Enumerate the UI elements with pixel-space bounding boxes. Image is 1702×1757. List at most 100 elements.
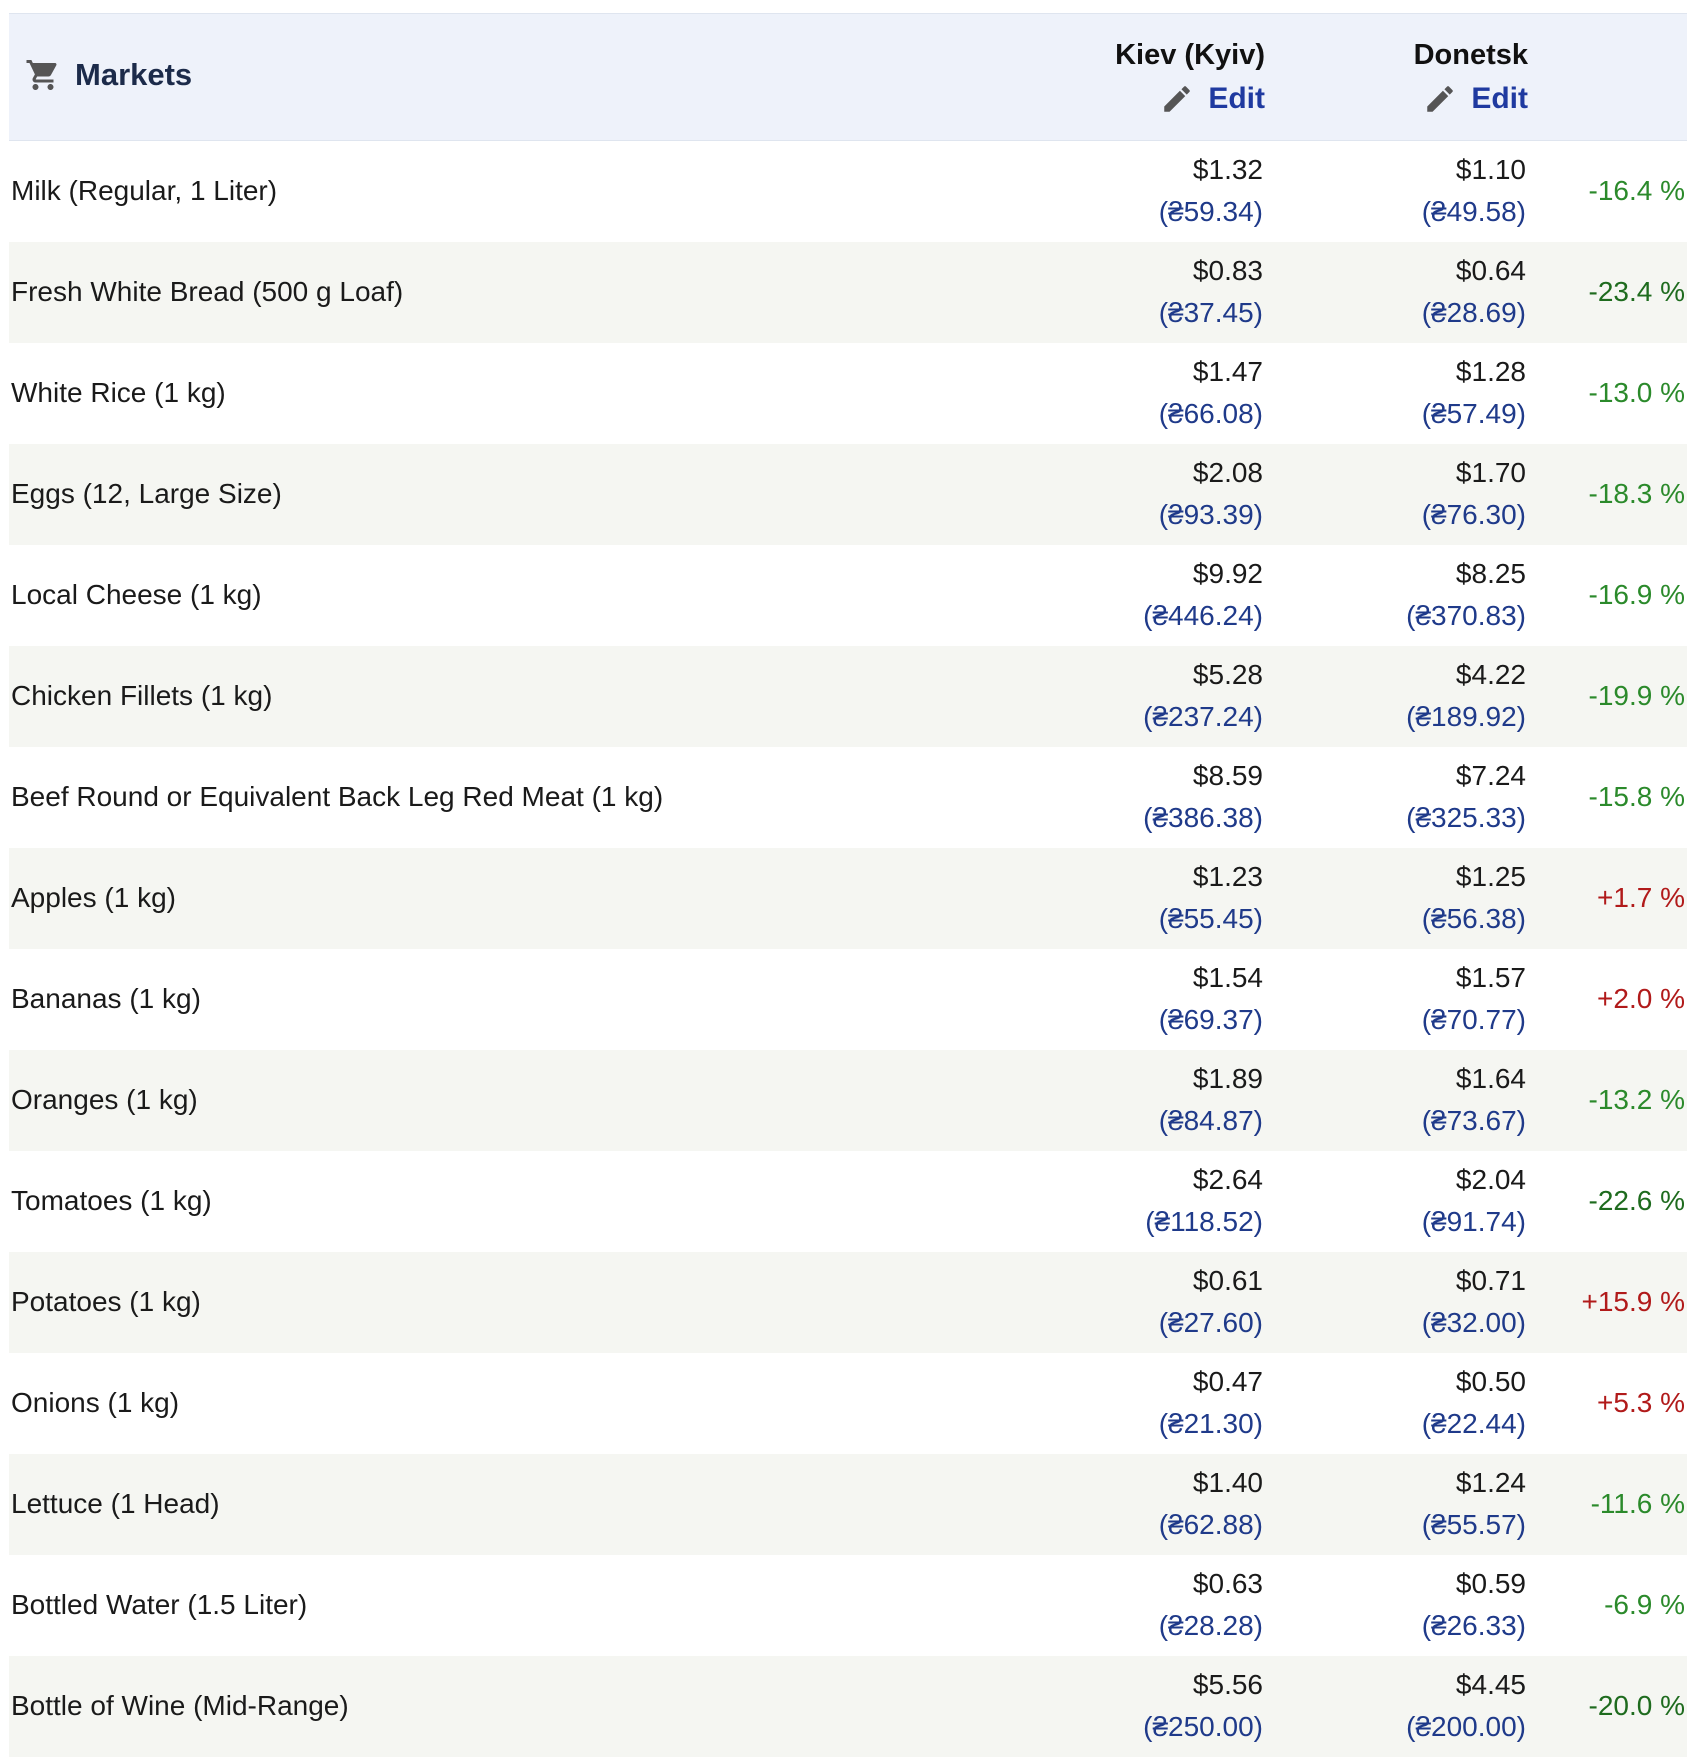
item-name: Onions (1 kg) xyxy=(11,1387,180,1418)
item-name: Bottle of Wine (Mid-Range) xyxy=(11,1690,349,1721)
donetsk-price: $1.24 (₴55.57) xyxy=(1271,1454,1534,1555)
table-row: Bottled Water (1.5 Liter) $0.63 (₴28.28) … xyxy=(9,1555,1687,1656)
price-difference: +5.3 % xyxy=(1597,1387,1685,1418)
edit-kiev-link[interactable]: Edit xyxy=(1160,77,1265,121)
kiev-price: $5.56 (₴250.00) xyxy=(1009,1656,1271,1757)
usd-price: $1.28 xyxy=(1455,356,1526,387)
table-row: Bottle of Wine (Mid-Range) $5.56 (₴250.00… xyxy=(9,1655,1687,1757)
local-price: (₴21.30) xyxy=(1158,1408,1263,1439)
table-row: Lettuce (1 Head) $1.40 (₴62.88) $1.24 (₴55… xyxy=(9,1453,1687,1555)
donetsk-price: $1.10 (₴49.58) xyxy=(1271,141,1534,242)
item-name: Local Cheese (1 kg) xyxy=(11,579,262,610)
edit-donetsk-link[interactable]: Edit xyxy=(1423,77,1528,121)
local-price: (₴56.38) xyxy=(1421,903,1526,934)
price-difference: -11.6 % xyxy=(1590,1488,1685,1519)
kiev-price: $0.63 (₴28.28) xyxy=(1009,1555,1271,1656)
usd-price: $0.59 xyxy=(1455,1568,1526,1599)
markets-title: Markets xyxy=(75,56,193,92)
kiev-price: $1.23 (₴55.45) xyxy=(1009,848,1271,949)
usd-price: $1.57 xyxy=(1455,962,1526,993)
local-price: (₴189.92) xyxy=(1406,701,1526,732)
price-difference: -22.6 % xyxy=(1588,1185,1686,1216)
usd-price: $0.83 xyxy=(1192,255,1263,286)
price-difference: -6.9 % xyxy=(1604,1589,1685,1620)
price-difference: -18.3 % xyxy=(1588,478,1686,509)
edit-label: Edit xyxy=(1208,82,1265,115)
usd-price: $2.08 xyxy=(1192,457,1263,488)
item-name: Lettuce (1 Head) xyxy=(11,1488,220,1519)
kiev-price: $2.08 (₴93.39) xyxy=(1009,444,1271,545)
donetsk-price: $0.59 (₴26.33) xyxy=(1271,1555,1534,1656)
local-price: (₴59.34) xyxy=(1158,196,1263,228)
local-price: (₴57.49) xyxy=(1421,398,1526,429)
usd-price: $1.24 xyxy=(1455,1467,1526,1498)
local-price: (₴250.00) xyxy=(1143,1711,1263,1742)
price-difference: -16.9 % xyxy=(1588,579,1686,610)
kiev-price: $1.89 (₴84.87) xyxy=(1009,1050,1271,1151)
local-price: (₴93.39) xyxy=(1158,499,1263,530)
usd-price: $2.64 xyxy=(1192,1164,1263,1195)
table-row: Fresh White Bread (500 g Loaf) $0.83 (₴37… xyxy=(9,241,1687,343)
price-difference: -20.0 % xyxy=(1588,1690,1686,1721)
table-row: Apples (1 kg) $1.23 (₴55.45) $1.25 (₴56.38… xyxy=(9,847,1687,949)
item-name: Tomatoes (1 kg) xyxy=(11,1185,212,1216)
kiev-price: $5.28 (₴237.24) xyxy=(1009,646,1271,747)
city-name-kiev: Kiev (Kyiv) xyxy=(1115,39,1265,71)
markets-comparison: Markets Kiev (Kyiv) Edit Donetsk Edit Mi… xyxy=(9,13,1687,1757)
table-row: Local Cheese (1 kg) $9.92 (₴446.24) $8.25… xyxy=(9,545,1687,646)
local-price: (₴27.60) xyxy=(1158,1307,1263,1338)
price-difference: -13.2 % xyxy=(1588,1084,1686,1115)
price-difference: +1.7 % xyxy=(1597,882,1685,913)
kiev-price: $9.92 (₴446.24) xyxy=(1009,545,1271,646)
local-price: (₴26.33) xyxy=(1421,1610,1526,1641)
donetsk-price: $8.25 (₴370.83) xyxy=(1271,545,1534,646)
table-row: Potatoes (1 kg) $0.61 (₴27.60) $0.71 (₴32.… xyxy=(9,1251,1687,1353)
local-price: (₴446.24) xyxy=(1143,600,1263,631)
donetsk-price: $7.24 (₴325.33) xyxy=(1271,747,1534,848)
donetsk-price: $1.28 (₴57.49) xyxy=(1271,343,1534,444)
price-difference: -13.0 % xyxy=(1588,377,1686,408)
pencil-icon xyxy=(1164,86,1191,112)
usd-price: $1.10 xyxy=(1455,154,1526,186)
usd-price: $0.50 xyxy=(1455,1366,1526,1397)
city-column-kiev: Kiev (Kyiv) Edit xyxy=(1009,13,1271,141)
item-name: White Rice (1 kg) xyxy=(11,377,226,408)
usd-price: $1.23 xyxy=(1192,861,1263,892)
item-name: Bottled Water (1.5 Liter) xyxy=(11,1589,308,1620)
usd-price: $1.54 xyxy=(1192,962,1263,993)
donetsk-price: $4.22 (₴189.92) xyxy=(1271,646,1534,747)
donetsk-price: $1.70 (₴76.30) xyxy=(1271,444,1534,545)
item-name: Oranges (1 kg) xyxy=(11,1084,198,1115)
local-price: (₴62.88) xyxy=(1158,1509,1263,1540)
table-row: Onions (1 kg) $0.47 (₴21.30) $0.50 (₴22.44… xyxy=(9,1353,1687,1454)
table-header-row: Markets Kiev (Kyiv) Edit Donetsk Edit xyxy=(9,13,1687,141)
usd-price: $0.64 xyxy=(1455,255,1526,286)
donetsk-price: $0.71 (₴32.00) xyxy=(1271,1252,1534,1353)
kiev-price: $0.61 (₴27.60) xyxy=(1009,1252,1271,1353)
table-row: Bananas (1 kg) $1.54 (₴69.37) $1.57 (₴70.7… xyxy=(9,949,1687,1050)
usd-price: $9.92 xyxy=(1192,558,1263,589)
table-row: White Rice (1 kg) $1.47 (₴66.08) $1.28 (₴5… xyxy=(9,343,1687,444)
local-price: (₴49.58) xyxy=(1421,196,1526,228)
local-price: (₴69.37) xyxy=(1158,1004,1263,1035)
donetsk-price: $0.50 (₴22.44) xyxy=(1271,1353,1534,1454)
usd-price: $1.64 xyxy=(1455,1063,1526,1094)
usd-price: $8.59 xyxy=(1192,760,1263,791)
kiev-price: $1.40 (₴62.88) xyxy=(1009,1454,1271,1555)
table-body: Milk (Regular, 1 Liter) $1.32 (₴59.34) $1… xyxy=(9,141,1687,1757)
local-price: (₴70.77) xyxy=(1421,1004,1526,1035)
price-difference: -23.4 % xyxy=(1588,276,1686,307)
table-row: Chicken Fillets (1 kg) $5.28 (₴237.24) $4… xyxy=(9,645,1687,747)
item-name: Eggs (12, Large Size) xyxy=(11,478,282,509)
pencil-icon xyxy=(1427,86,1454,112)
table-row: Eggs (12, Large Size) $2.08 (₴93.39) $1.7… xyxy=(9,443,1687,545)
item-name: Chicken Fillets (1 kg) xyxy=(11,680,273,711)
usd-price: $1.89 xyxy=(1192,1063,1263,1094)
kiev-price: $2.64 (₴118.52) xyxy=(1009,1151,1271,1252)
local-price: (₴76.30) xyxy=(1421,499,1526,530)
usd-price: $1.25 xyxy=(1455,861,1526,892)
usd-price: $2.04 xyxy=(1455,1164,1526,1195)
donetsk-price: $1.64 (₴73.67) xyxy=(1271,1050,1534,1151)
donetsk-price: $2.04 (₴91.74) xyxy=(1271,1151,1534,1252)
donetsk-price: $1.25 (₴56.38) xyxy=(1271,848,1534,949)
